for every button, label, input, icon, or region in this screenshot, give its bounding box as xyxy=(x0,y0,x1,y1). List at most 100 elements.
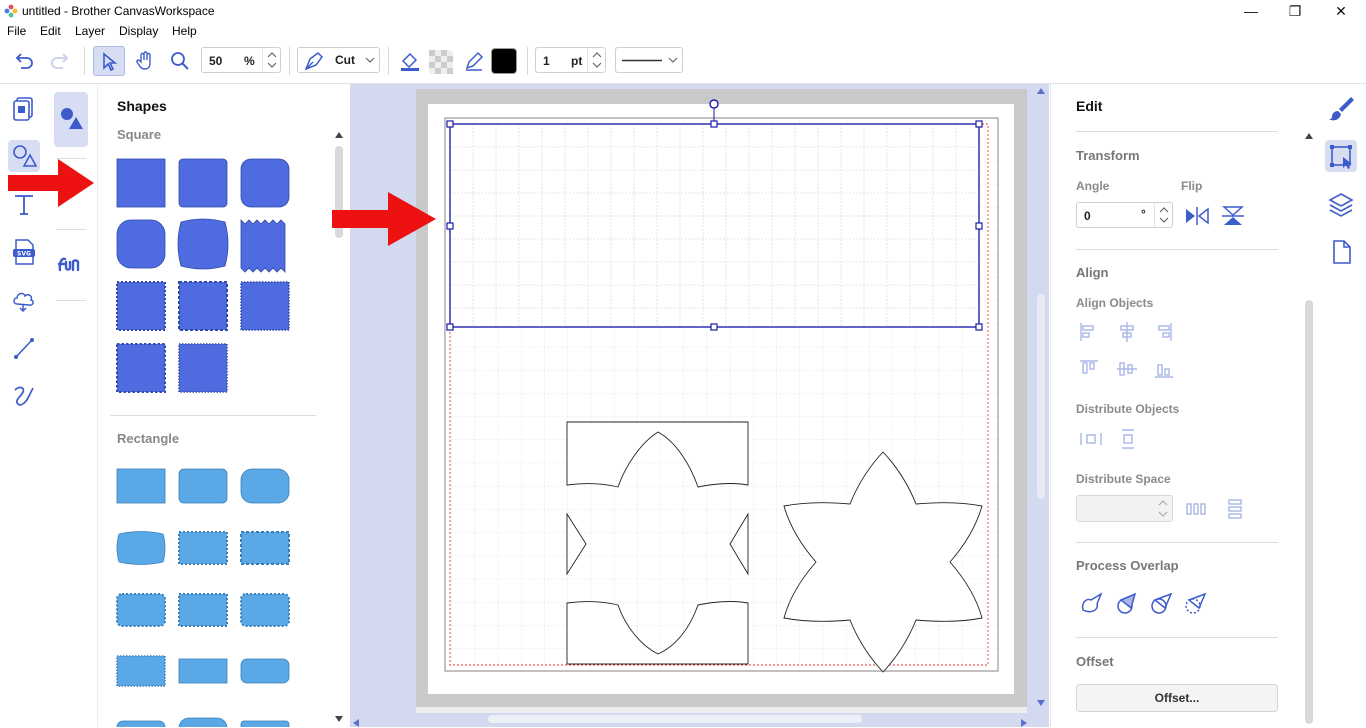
zoom-spin-arrows[interactable] xyxy=(262,48,280,72)
zoom-stepper[interactable]: 50 % xyxy=(201,47,281,73)
canvas-area[interactable] xyxy=(350,84,1049,727)
offset-button[interactable]: Offset... xyxy=(1076,684,1278,712)
distribute-space-label: Distribute Space xyxy=(1076,472,1171,486)
toolbar: 50 % Cut 1 pt xyxy=(0,40,1366,84)
shape-square-rounded xyxy=(240,158,290,208)
shapes-panel: Shapes Square Rectangle xyxy=(98,84,350,727)
rail-templates-button[interactable] xyxy=(8,92,40,124)
rail-trace-button[interactable] xyxy=(8,284,40,316)
menu-layer[interactable]: Layer xyxy=(75,24,105,38)
separator xyxy=(1076,249,1278,250)
undo-button[interactable] xyxy=(8,46,40,76)
canvas-bottom-strip xyxy=(416,707,1027,713)
line-width-unit: pt xyxy=(571,54,583,68)
shape-rectangle-scallop-3 xyxy=(240,593,290,627)
right-tool-rail xyxy=(1316,84,1366,727)
angle-label: Angle xyxy=(1076,179,1110,193)
exclude-icon xyxy=(1151,592,1173,614)
select-tool-button[interactable] xyxy=(93,46,125,76)
zoom-tool-button[interactable] xyxy=(164,46,196,76)
app-logo-icon xyxy=(4,4,18,18)
shape-rectangle-partial-2 xyxy=(178,717,228,727)
angle-value: 0 xyxy=(1084,209,1091,223)
distribute-space-stepper[interactable] xyxy=(1076,495,1173,522)
menu-edit[interactable]: Edit xyxy=(40,24,61,38)
separator xyxy=(1076,542,1278,543)
fill-color-button[interactable] xyxy=(394,46,426,76)
pan-tool-button[interactable] xyxy=(129,46,161,76)
templates-icon xyxy=(13,97,33,121)
edit-panel-title: Edit xyxy=(1076,98,1103,114)
paint-brush-icon xyxy=(1329,97,1354,121)
shape-square xyxy=(116,158,166,208)
separator xyxy=(527,47,528,75)
shape-square-scallop-2 xyxy=(178,281,228,331)
line-style-dropdown[interactable] xyxy=(615,47,683,73)
rail-line-button[interactable] xyxy=(8,332,40,364)
rotate-handle xyxy=(709,99,719,109)
minimize-button[interactable]: — xyxy=(1228,0,1274,22)
redo-button[interactable] xyxy=(44,46,76,76)
chevron-down-icon xyxy=(668,57,678,63)
mode-dropdown[interactable]: Cut xyxy=(297,47,380,73)
title-bar: untitled - Brother CanvasWorkspace — ❐ ✕ xyxy=(0,0,1366,22)
shape-square-zigzag xyxy=(240,219,286,273)
layers-icon xyxy=(1328,193,1354,217)
shape-rectangle xyxy=(116,468,166,504)
category-fun-shapes[interactable] xyxy=(54,244,88,284)
shape-rectangle-wide xyxy=(178,658,228,684)
angle-stepper[interactable]: 0 ° xyxy=(1076,202,1173,228)
rail-layers-button[interactable] xyxy=(1325,188,1357,220)
overlap-icons-group xyxy=(1081,592,1207,614)
fill-swatch[interactable] xyxy=(424,46,456,76)
rail-svg-button[interactable]: SVG xyxy=(8,236,40,268)
separator xyxy=(1076,637,1278,638)
line-color-button[interactable] xyxy=(458,46,490,76)
align-bottom-icon xyxy=(1155,364,1173,378)
rail-properties-button[interactable] xyxy=(1325,92,1357,124)
pointer-icon xyxy=(103,52,118,72)
distribute-horizontal-icon xyxy=(1080,433,1102,445)
distribute-space-spin-arrows[interactable] xyxy=(1154,496,1172,521)
selected-rectangle xyxy=(449,123,980,328)
separator xyxy=(388,47,389,75)
undo-icon xyxy=(15,53,33,69)
mode-label: Cut xyxy=(335,53,355,67)
align-heading: Align xyxy=(1076,265,1109,280)
rail-draw-button[interactable] xyxy=(8,380,40,412)
zoom-value: 50 xyxy=(209,54,223,68)
menu-file[interactable]: File xyxy=(7,24,26,38)
edit-panel-scrollbar[interactable] xyxy=(1303,128,1315,728)
align-center-vertical-icon xyxy=(1117,362,1137,376)
shape-rectangle-scallop-2 xyxy=(178,593,228,627)
rail-edit-button[interactable] xyxy=(1325,140,1357,172)
menu-display[interactable]: Display xyxy=(119,24,158,38)
separator xyxy=(56,300,86,301)
distribute-space-icons xyxy=(1186,499,1242,519)
magnifier-icon xyxy=(171,52,189,70)
shape-rectangle-rounded xyxy=(240,468,290,504)
category-basic-shapes[interactable] xyxy=(54,92,88,147)
annotation-arrow-left xyxy=(8,159,94,207)
separator xyxy=(289,47,290,75)
line-width-stepper[interactable]: 1 pt xyxy=(535,47,606,73)
angle-spin-arrows[interactable] xyxy=(1154,203,1172,227)
maximize-button[interactable]: ❐ xyxy=(1272,0,1318,22)
close-button[interactable]: ✕ xyxy=(1318,0,1364,22)
shape-rectangle-wide-rounded xyxy=(240,658,290,684)
canvas-vscroll-thumb xyxy=(1037,294,1045,499)
menu-help[interactable]: Help xyxy=(172,24,197,38)
annotation-arrow-canvas xyxy=(332,192,436,246)
canvas-hscroll-thumb xyxy=(488,715,862,723)
flip-horizontal-icon[interactable] xyxy=(1184,205,1210,227)
solid-line-icon xyxy=(622,59,662,62)
line-width-spin-arrows[interactable] xyxy=(587,48,605,72)
line-color-swatch[interactable] xyxy=(491,48,517,74)
align-icons-group xyxy=(1080,322,1173,378)
shape-rectangle-rounded-small xyxy=(178,468,228,504)
fun-shapes-icon xyxy=(57,257,80,272)
zoom-unit: % xyxy=(244,54,255,68)
flip-vertical-icon[interactable] xyxy=(1220,205,1246,227)
shape-rectangle-scallop xyxy=(116,593,166,627)
rail-page-button[interactable] xyxy=(1325,236,1357,268)
